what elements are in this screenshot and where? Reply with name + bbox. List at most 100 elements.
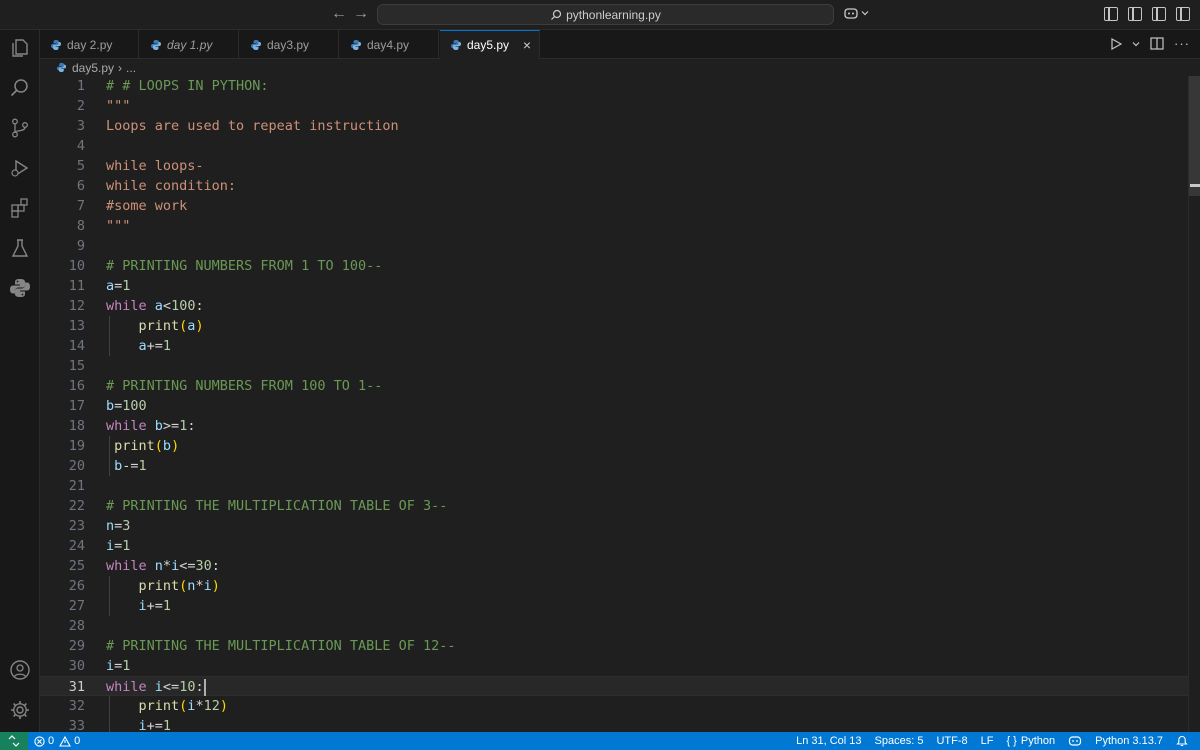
end-of-line[interactable]: LF	[981, 735, 994, 747]
code-line[interactable]: 13 print(a)	[40, 316, 1188, 336]
notifications-bell-icon[interactable]	[1176, 735, 1188, 747]
command-center-search[interactable]: pythonlearning.py	[377, 4, 834, 25]
tab-day1[interactable]: day 1.py	[140, 30, 239, 59]
code-line[interactable]: 11 a=1	[40, 276, 1188, 296]
code-line[interactable]: 21	[40, 476, 1188, 496]
code-line[interactable]: 6 while condition:	[40, 176, 1188, 196]
editor-scrollbar[interactable]	[1188, 76, 1200, 732]
tab-day3[interactable]: day3.py	[240, 30, 339, 59]
python-extension-icon[interactable]	[8, 276, 32, 300]
problems-indicator[interactable]: 0 0	[34, 735, 80, 747]
toggle-panel-icon[interactable]	[1152, 7, 1166, 21]
forward-arrow-icon[interactable]: →	[353, 5, 369, 23]
tab-day2[interactable]: day 2.py	[40, 30, 139, 59]
tab-day5[interactable]: day5.py ×	[440, 30, 540, 59]
code-line[interactable]: 8 """	[40, 216, 1188, 236]
code-line[interactable]: 20 b-=1	[40, 456, 1188, 476]
encoding[interactable]: UTF-8	[936, 735, 967, 747]
code-line[interactable]: 12 while a<100:	[40, 296, 1188, 316]
close-tab-icon[interactable]: ×	[523, 37, 531, 53]
source-control-icon[interactable]	[8, 116, 32, 140]
run-file-icon[interactable]	[1110, 37, 1122, 50]
tab-label: day3.py	[267, 37, 310, 52]
run-options-chevron-icon[interactable]	[1132, 40, 1140, 48]
extensions-icon[interactable]	[8, 196, 32, 220]
code-token: *	[162, 558, 172, 574]
python-interpreter[interactable]: Python 3.13.7	[1095, 735, 1163, 747]
code-token: <=	[162, 679, 180, 695]
code-text: while i<=10:	[106, 677, 206, 697]
cursor-position[interactable]: Ln 31, Col 13	[796, 735, 861, 747]
code-line[interactable]: 5 while loops-	[40, 156, 1188, 176]
code-line[interactable]: 23 n=3	[40, 516, 1188, 536]
run-debug-icon[interactable]	[8, 156, 32, 180]
line-number: 9	[76, 238, 85, 254]
code-text: while condition:	[106, 176, 236, 196]
remote-indicator-icon[interactable]	[0, 732, 28, 750]
code-line[interactable]: 28	[40, 616, 1188, 636]
testing-flask-icon[interactable]	[8, 236, 32, 260]
code-token: )	[195, 318, 204, 334]
activity-bar	[0, 30, 40, 732]
breadcrumb-separator: ›	[118, 60, 123, 75]
code-line[interactable]: 18 while b>=1:	[40, 416, 1188, 436]
code-line[interactable]: 33 i+=1	[40, 716, 1188, 732]
indentation[interactable]: Spaces: 5	[875, 735, 924, 747]
code-line[interactable]: 15	[40, 356, 1188, 376]
code-line[interactable]: 27 i+=1	[40, 596, 1188, 616]
tab-label: day 2.py	[67, 37, 113, 52]
back-arrow-icon[interactable]: ←	[331, 5, 347, 23]
code-line[interactable]: 3 Loops are used to repeat instruction	[40, 116, 1188, 136]
code-line[interactable]: 31 while i<=10:	[40, 676, 1188, 696]
code-line[interactable]: 24 i=1	[40, 536, 1188, 556]
code-line[interactable]: 17 b=100	[40, 396, 1188, 416]
code-line[interactable]: 22 # PRINTING THE MULTIPLICATION TABLE OF…	[40, 496, 1188, 516]
customize-layout-icon[interactable]	[1104, 7, 1118, 21]
python-file-icon	[251, 39, 261, 50]
code-line[interactable]: 2 """	[40, 96, 1188, 116]
code-line[interactable]: 19 print(b)	[40, 436, 1188, 456]
code-line[interactable]: 1 # # LOOPS IN PYTHON:	[40, 76, 1188, 96]
code-line[interactable]: 32 print(i*12)	[40, 696, 1188, 716]
code-line[interactable]: 9	[40, 236, 1188, 256]
copilot-status-icon[interactable]	[1068, 735, 1082, 747]
code-line[interactable]: 16 # PRINTING NUMBERS FROM 100 TO 1--	[40, 376, 1188, 396]
copilot-button[interactable]	[843, 6, 869, 20]
line-number: 4	[76, 138, 85, 154]
code-token: n	[106, 518, 115, 534]
split-editor-icon[interactable]	[1150, 37, 1164, 50]
code-token: n	[154, 558, 163, 574]
text-cursor	[203, 678, 206, 696]
more-actions-icon[interactable]: ···	[1174, 36, 1190, 51]
toggle-primary-sidebar-icon[interactable]	[1128, 7, 1142, 21]
code-line[interactable]: 30 i=1	[40, 656, 1188, 676]
tab-day4[interactable]: day4.py	[340, 30, 439, 59]
breadcrumb: day5.py › ...	[40, 59, 1200, 76]
code-token: """	[106, 98, 131, 114]
toggle-secondary-sidebar-icon[interactable]	[1176, 7, 1190, 21]
scrollbar-thumb[interactable]	[1189, 76, 1200, 196]
code-line[interactable]: 10 # PRINTING NUMBERS FROM 1 TO 100--	[40, 256, 1188, 276]
code-token: # PRINTING THE MULTIPLICATION TABLE OF 1…	[106, 638, 456, 654]
code-text: i+=1	[106, 716, 172, 732]
line-number: 8	[76, 218, 85, 234]
tab-label: day4.py	[367, 37, 410, 52]
error-count: 0	[48, 735, 55, 747]
breadcrumb-more[interactable]: ...	[126, 61, 136, 75]
code-line[interactable]: 4	[40, 136, 1188, 156]
search-view-icon[interactable]	[8, 76, 32, 100]
accounts-icon[interactable]	[8, 658, 32, 682]
language-mode[interactable]: { } Python	[1006, 735, 1055, 747]
explorer-icon[interactable]	[8, 36, 32, 60]
settings-gear-icon[interactable]	[8, 698, 32, 722]
code-line[interactable]: 7 #some work	[40, 196, 1188, 216]
breadcrumb-file[interactable]: day5.py	[72, 61, 114, 75]
code-editor[interactable]: 1 # # LOOPS IN PYTHON: 2 """ 3 Loops are used…	[40, 76, 1200, 732]
code-text: #some work	[106, 196, 187, 216]
code-line[interactable]: 29 # PRINTING THE MULTIPLICATION TABLE OF…	[40, 636, 1188, 656]
code-line[interactable]: 26 print(n*i)	[40, 576, 1188, 596]
code-token: i	[171, 558, 180, 574]
code-line[interactable]: 25 while n*i<=30:	[40, 556, 1188, 576]
code-line[interactable]: 14 a+=1	[40, 336, 1188, 356]
